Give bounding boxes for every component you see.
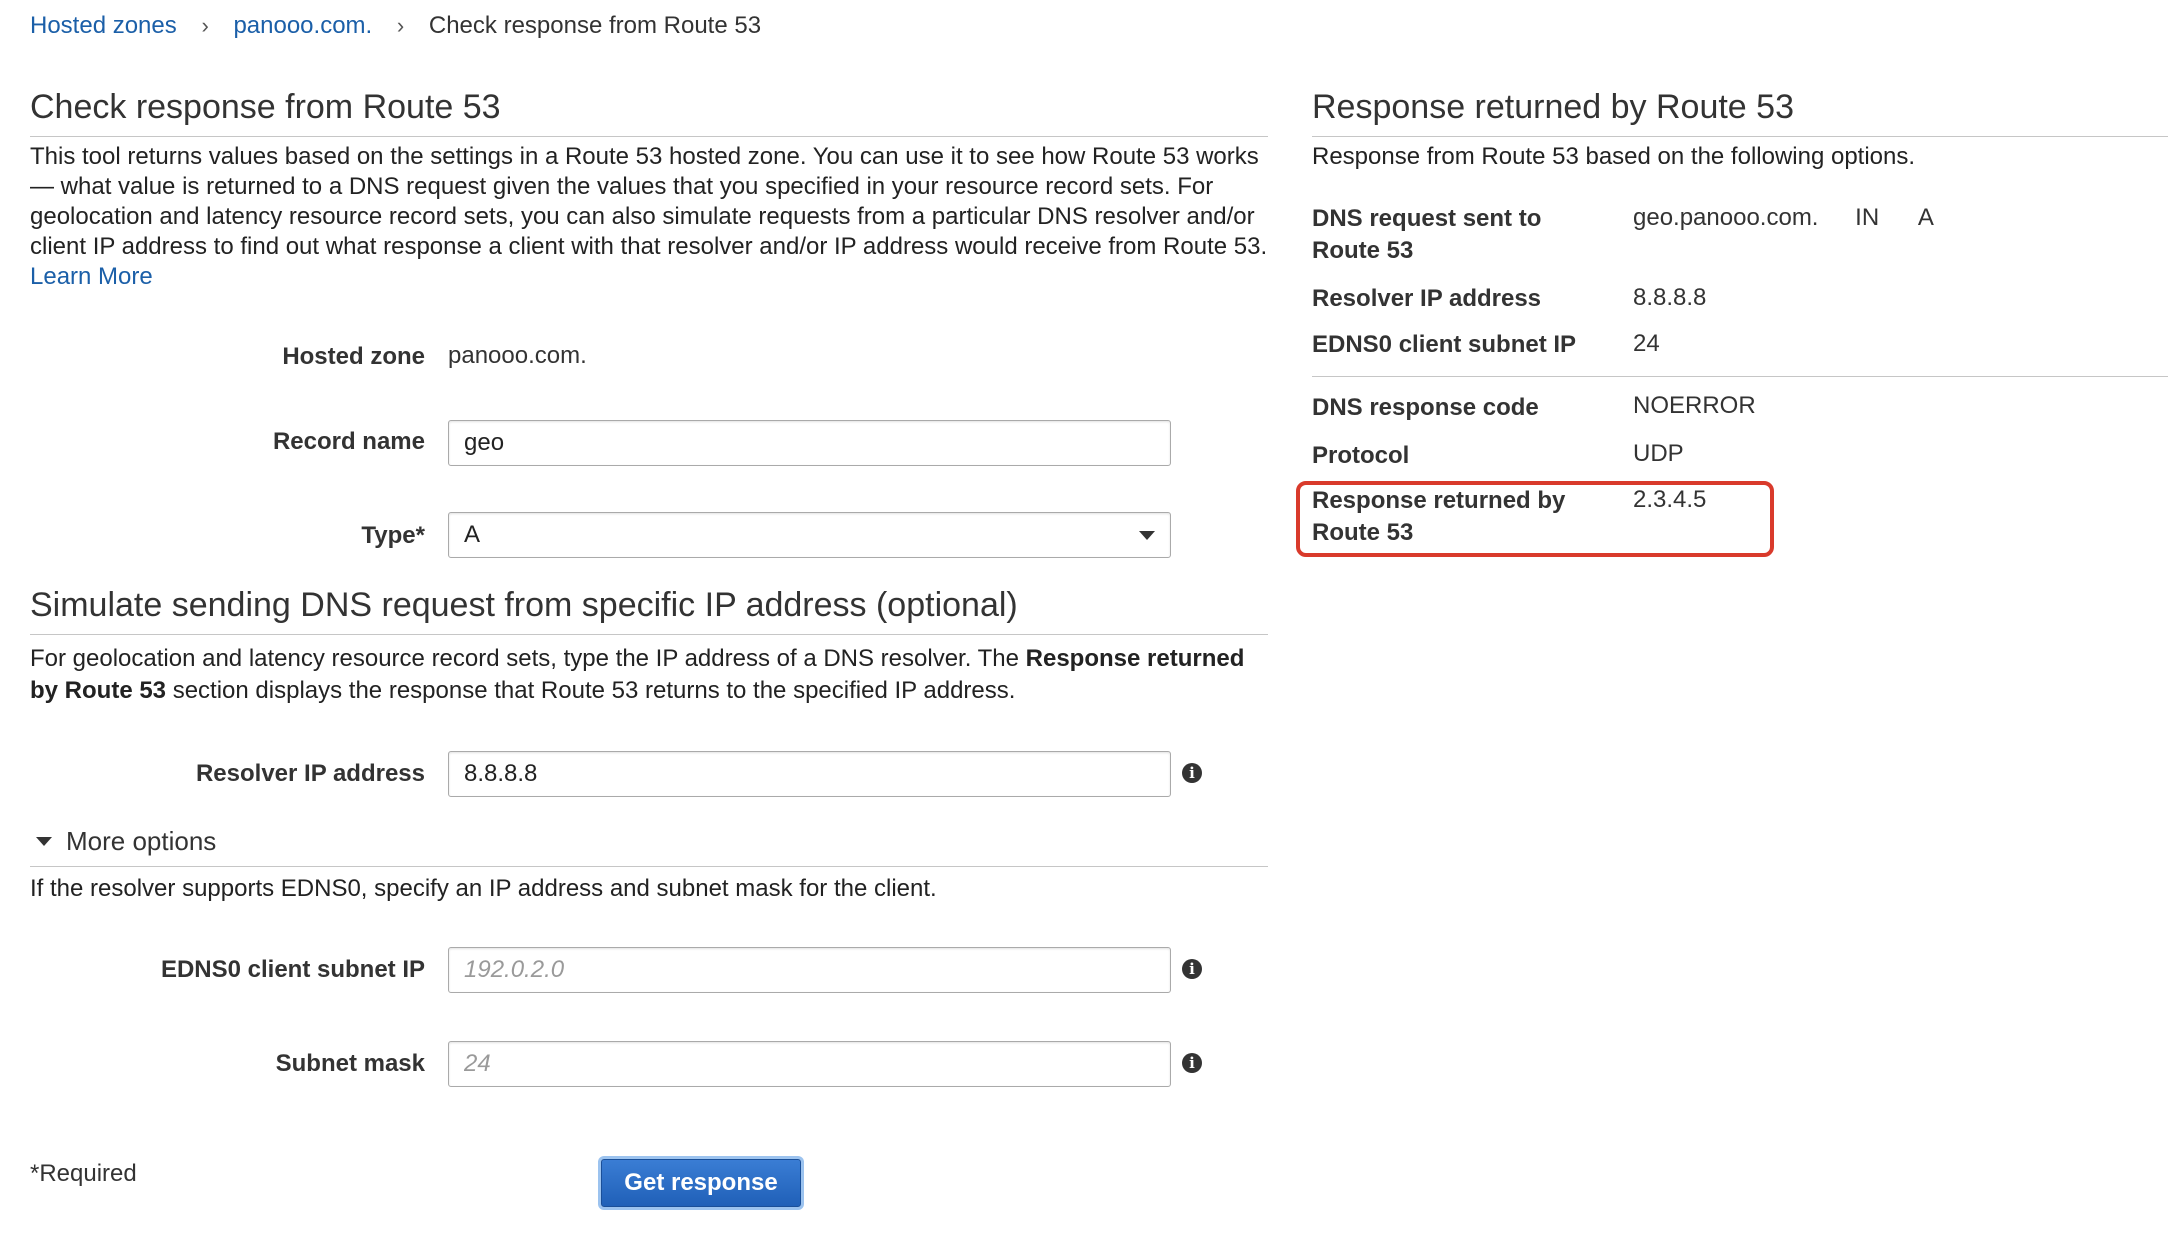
dns-request-type: A bbox=[1917, 204, 1934, 231]
protocol-label: Protocol bbox=[1312, 442, 1410, 469]
edns-client-subnet-label: EDNS0 client subnet IP bbox=[160, 956, 425, 983]
response-edns-label: EDNS0 client subnet IP bbox=[1312, 331, 1577, 358]
response-title-divider bbox=[1312, 136, 2168, 137]
type-select-value: A bbox=[464, 521, 481, 548]
chevron-right-icon: › bbox=[201, 13, 209, 38]
response-divider bbox=[1312, 376, 2168, 377]
page-title: Check response from Route 53 bbox=[30, 88, 501, 126]
title-divider bbox=[30, 136, 1268, 137]
chevron-right-icon: › bbox=[396, 13, 405, 38]
dns-request-name: geo.panooo.com. bbox=[1633, 204, 1819, 231]
simulate-divider bbox=[30, 634, 1268, 635]
resolver-ip-label: Resolver IP address bbox=[195, 760, 425, 787]
intro-body: This tool returns values based on the se… bbox=[30, 143, 1268, 260]
more-options-toggle[interactable]: More options bbox=[30, 826, 216, 857]
response-code-label: DNS response code bbox=[1312, 394, 1539, 421]
subnet-mask-label: Subnet mask bbox=[275, 1050, 425, 1077]
breadcrumb: Hosted zones › panooo.com. › Check respo… bbox=[30, 10, 761, 42]
more-options-label: More options bbox=[66, 826, 217, 856]
simulate-text-a: For geolocation and latency resource rec… bbox=[30, 645, 1019, 672]
simulate-text: For geolocation and latency resource rec… bbox=[30, 643, 1270, 707]
response-subtitle: Response from Route 53 based on the foll… bbox=[1312, 143, 1916, 170]
response-section-title: Response returned by Route 53 bbox=[1312, 88, 1794, 126]
intro-text: This tool returns values based on the se… bbox=[30, 142, 1270, 292]
simulate-text-b: section displays the response that Route… bbox=[172, 677, 1016, 704]
caret-down-icon bbox=[1139, 530, 1155, 540]
hosted-zone-label: Hosted zone bbox=[282, 343, 425, 370]
response-code-value: NOERROR bbox=[1633, 392, 1756, 419]
info-icon[interactable]: i bbox=[1182, 959, 1202, 979]
type-label: Type* bbox=[361, 522, 425, 549]
dns-request-value: geo.panooo.com. IN A bbox=[1633, 202, 1934, 234]
edns-client-subnet-input[interactable] bbox=[448, 947, 1171, 993]
breadcrumb-current: Check response from Route 53 bbox=[428, 12, 762, 39]
returned-value: 2.3.4.5 bbox=[1633, 486, 1707, 513]
subnet-mask-input[interactable] bbox=[448, 1041, 1171, 1087]
edns-help-text: If the resolver supports EDNS0, specify … bbox=[30, 875, 937, 902]
caret-down-icon bbox=[36, 837, 52, 846]
hosted-zone-value: panooo.com. bbox=[448, 342, 587, 369]
breadcrumb-hosted-zones-link[interactable]: Hosted zones bbox=[30, 12, 177, 39]
info-icon[interactable]: i bbox=[1182, 1053, 1202, 1073]
record-name-input[interactable] bbox=[448, 420, 1171, 466]
record-name-label: Record name bbox=[272, 428, 425, 455]
returned-label: Response returned by Route 53 bbox=[1312, 487, 1566, 546]
protocol-value: UDP bbox=[1633, 440, 1684, 467]
required-note: *Required bbox=[30, 1160, 137, 1187]
get-response-button[interactable]: Get response bbox=[601, 1159, 801, 1207]
breadcrumb-zone-link[interactable]: panooo.com. bbox=[233, 12, 372, 39]
learn-more-link[interactable]: Learn More bbox=[30, 263, 153, 290]
dns-request-class: IN bbox=[1855, 204, 1880, 231]
dns-request-label: DNS request sent to Route 53 bbox=[1312, 205, 1542, 264]
more-options-divider bbox=[30, 866, 1268, 867]
resolver-ip-input[interactable] bbox=[448, 751, 1171, 797]
type-select[interactable]: A bbox=[448, 512, 1171, 558]
simulate-section-title: Simulate sending DNS request from specif… bbox=[30, 586, 1018, 624]
response-resolver-value: 8.8.8.8 bbox=[1633, 284, 1707, 311]
info-icon[interactable]: i bbox=[1182, 763, 1202, 783]
response-resolver-label: Resolver IP address bbox=[1312, 285, 1542, 312]
response-edns-value: 24 bbox=[1633, 330, 1660, 357]
